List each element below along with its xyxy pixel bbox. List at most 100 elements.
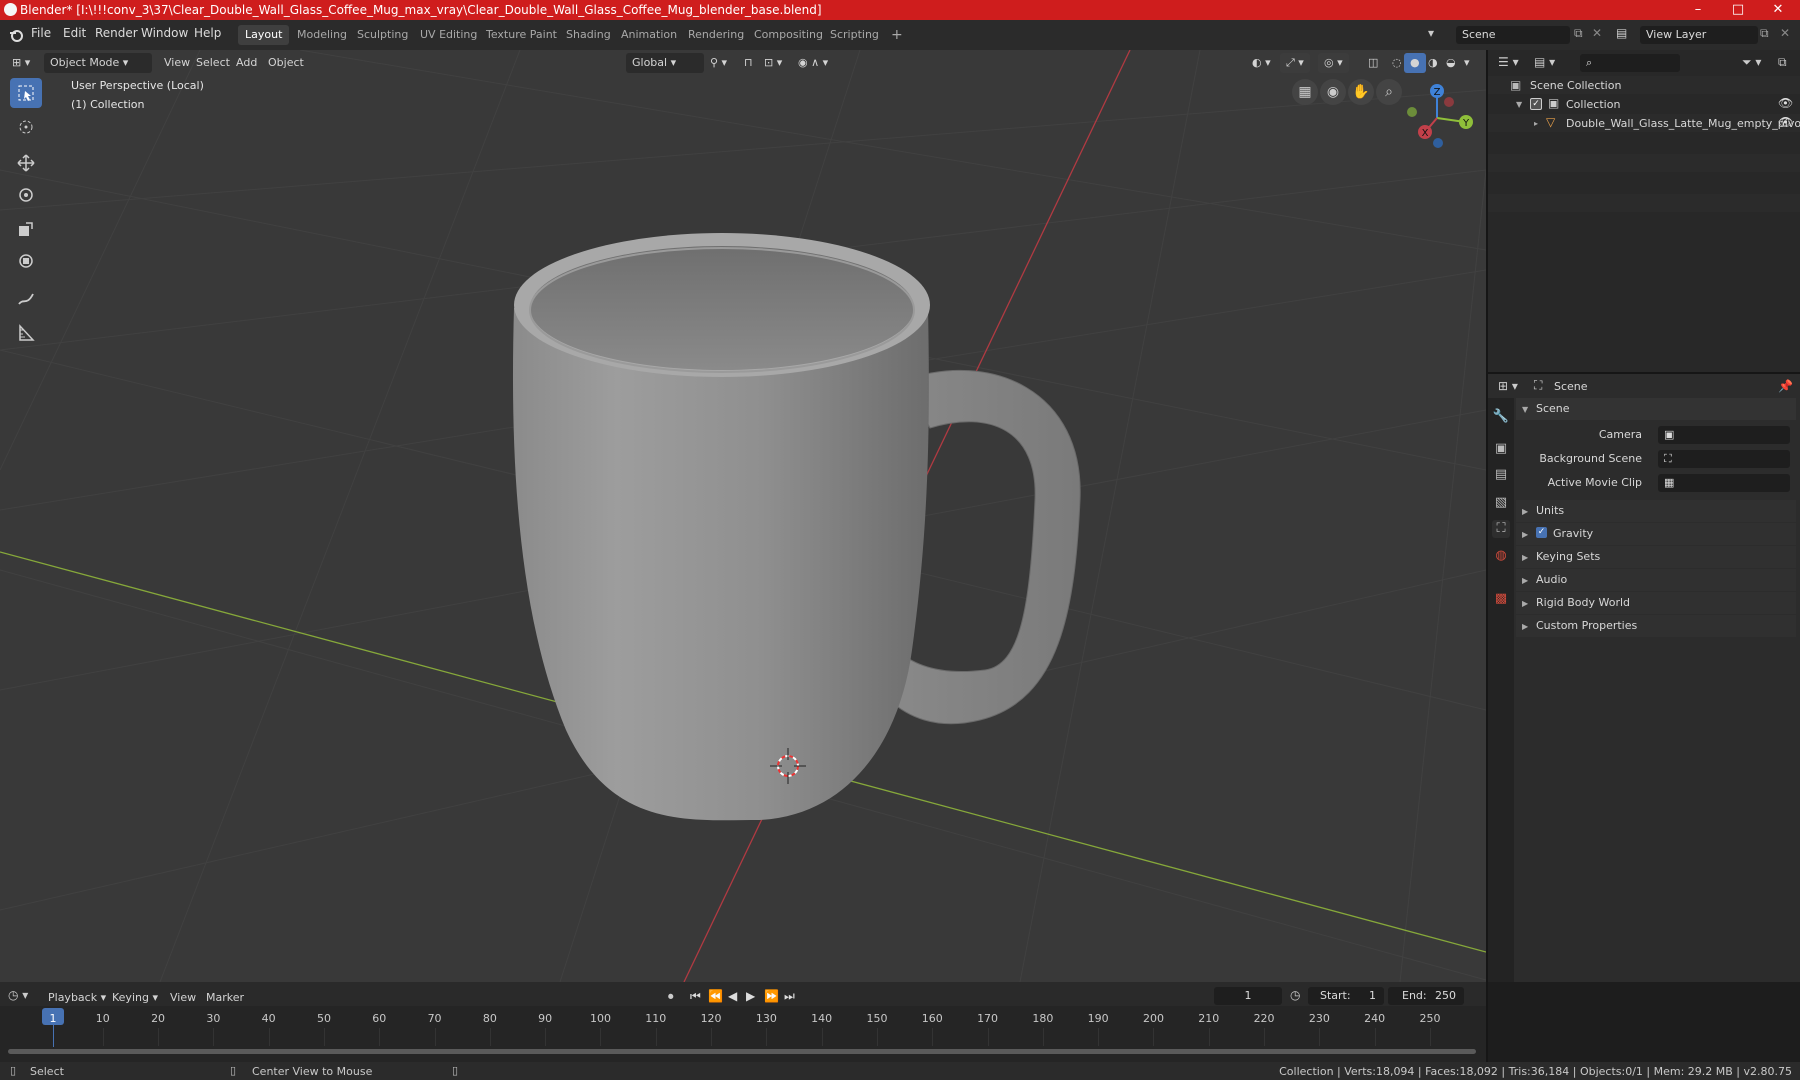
move-tool-icon[interactable] <box>10 148 42 178</box>
play-icon[interactable]: ▶ <box>746 989 755 1003</box>
select-box-tool-icon[interactable] <box>10 78 42 108</box>
new-scene-icon[interactable]: ⧉ <box>1574 26 1583 41</box>
timeline-editor-type-icon[interactable]: ◷ ▾ <box>8 988 28 1002</box>
pan-view-icon[interactable]: ✋ <box>1348 79 1374 105</box>
texture-tab-icon[interactable]: ▩ <box>1492 590 1510 608</box>
start-frame-field[interactable]: Start: 1 <box>1308 987 1384 1005</box>
annotate-tool-icon[interactable] <box>10 284 42 314</box>
pin-icon[interactable]: 📌 <box>1778 379 1793 393</box>
current-frame-field[interactable]: 1 <box>1214 987 1282 1005</box>
gravity-checkbox[interactable]: ✓ <box>1536 527 1547 538</box>
add-workspace-button[interactable]: + <box>884 25 910 45</box>
timeline-view-menu[interactable]: View <box>164 988 202 1008</box>
menu-file[interactable]: File <box>31 26 51 40</box>
record-button-icon[interactable]: ⏺ <box>668 990 674 1004</box>
tab-scripting[interactable]: Scripting <box>823 25 886 45</box>
play-reverse-icon[interactable]: ◀ <box>728 989 737 1003</box>
output-tab-icon[interactable]: ▤ <box>1492 466 1510 484</box>
scene-tab-icon[interactable]: ⛶ <box>1492 520 1510 538</box>
timeline-keying-menu[interactable]: Keying ▾ <box>106 988 164 1008</box>
visibility-icon[interactable]: ◐ ▾ <box>1246 53 1277 73</box>
tab-layout[interactable]: Layout <box>238 25 290 45</box>
tab-texture-paint[interactable]: Texture Paint <box>479 25 564 45</box>
display-mode-icon[interactable]: ▤ ▾ <box>1534 55 1555 69</box>
jump-start-icon[interactable]: ⏮ <box>690 989 701 1004</box>
menu-object[interactable]: Object <box>262 53 310 73</box>
outliner-row-scene-collection[interactable]: ▣ Scene Collection <box>1488 76 1800 94</box>
end-frame-field[interactable]: End: 250 <box>1388 987 1464 1005</box>
menu-edit[interactable]: Edit <box>63 26 86 40</box>
tab-rendering[interactable]: Rendering <box>681 25 751 45</box>
menu-help[interactable]: Help <box>194 26 221 40</box>
filter-icon[interactable]: ⏷ ▾ <box>1742 55 1761 70</box>
custom-properties-panel-header[interactable]: ▶ Custom Properties <box>1516 615 1796 637</box>
maximize-button[interactable]: □ <box>1718 0 1758 20</box>
camera-view-icon[interactable]: ◉ <box>1320 79 1346 105</box>
outliner-editor-type-icon[interactable]: ☰ ▾ <box>1498 55 1519 69</box>
keying-sets-panel-header[interactable]: ▶ Keying Sets <box>1516 546 1796 568</box>
tab-shading[interactable]: Shading <box>559 25 618 45</box>
scene-selector-icon[interactable]: ▾ <box>1428 26 1448 44</box>
properties-editor-type-icon[interactable]: ⊞ ▾ <box>1498 379 1518 393</box>
toggle-grid-icon[interactable]: ▦ <box>1292 79 1318 105</box>
overlays-toggle-icon[interactable]: ◎ ▾ <box>1318 53 1349 73</box>
new-collection-icon[interactable]: ⧉ <box>1778 55 1787 70</box>
transform-orientation-dropdown[interactable]: Global ▾ <box>626 53 704 73</box>
zoom-view-icon[interactable]: ⌕ <box>1376 79 1402 105</box>
shading-options-icon[interactable]: ▾ <box>1458 53 1476 73</box>
pivot-point-icon[interactable]: ⚲ ▾ <box>704 53 733 73</box>
collapse-arrow-icon[interactable]: ▼ <box>1516 100 1522 109</box>
expand-arrow-icon[interactable]: ▸ <box>1534 119 1538 128</box>
timeline-scrollbar[interactable] <box>8 1049 1476 1054</box>
tab-sculpting[interactable]: Sculpting <box>350 25 415 45</box>
rigid-body-world-panel-header[interactable]: ▶ Rigid Body World <box>1516 592 1796 614</box>
snap-target-icon[interactable]: ⊡ ▾ <box>758 53 788 73</box>
blender-menu-icon[interactable] <box>8 27 24 43</box>
camera-field[interactable]: ▣ <box>1658 426 1790 444</box>
delete-view-layer-icon[interactable]: ✕ <box>1780 26 1790 40</box>
outliner-row-object[interactable]: ▸ ▽ Double_Wall_Glass_Latte_Mug_empty_pi… <box>1488 114 1800 132</box>
menu-window[interactable]: Window <box>141 26 188 40</box>
collection-checkbox[interactable]: ✓ <box>1530 98 1542 110</box>
units-panel-header[interactable]: ▶ Units <box>1516 500 1796 522</box>
scene-panel-header[interactable]: ▼ Scene <box>1516 398 1796 420</box>
xray-toggle-icon[interactable]: ◫ <box>1362 53 1384 73</box>
tab-modeling[interactable]: Modeling <box>290 25 354 45</box>
render-tab-icon[interactable]: ▣ <box>1492 440 1510 458</box>
view-layer-field[interactable]: View Layer <box>1640 26 1758 44</box>
new-view-layer-icon[interactable]: ⧉ <box>1760 26 1769 41</box>
navigation-gizmo[interactable]: Z Y X <box>1400 78 1478 156</box>
world-tab-icon[interactable]: ◍ <box>1492 547 1510 565</box>
scale-tool-icon[interactable] <box>10 214 42 244</box>
proportional-editing-icon[interactable]: ◉ ∧ ▾ <box>792 53 834 73</box>
audio-panel-header[interactable]: ▶ Audio <box>1516 569 1796 591</box>
jump-keyframe-back-icon[interactable]: ⏪ <box>708 989 723 1003</box>
menu-add[interactable]: Add <box>230 53 263 73</box>
view-layer-tab-icon[interactable]: ▧ <box>1492 494 1510 512</box>
gravity-panel-header[interactable]: ▶ ✓ Gravity <box>1516 523 1796 545</box>
gizmo-neg-y-icon[interactable] <box>1407 107 1417 117</box>
outliner-row-collection[interactable]: ▼ ✓ ▣ Collection 👁 <box>1488 95 1800 113</box>
measure-tool-icon[interactable] <box>10 318 42 348</box>
snap-icon[interactable]: ⊓ <box>738 53 759 73</box>
jump-end-icon[interactable]: ⏭ <box>784 989 795 1004</box>
scene-field[interactable]: Scene <box>1456 26 1570 44</box>
view-layer-icon[interactable]: ▤ <box>1616 26 1627 40</box>
timeline-marker-menu[interactable]: Marker <box>200 988 250 1008</box>
outliner-search-input[interactable]: ⌕ <box>1580 54 1680 72</box>
3d-viewport[interactable] <box>0 50 1486 982</box>
menu-render[interactable]: Render <box>95 26 138 40</box>
active-movie-clip-field[interactable]: ▦ <box>1658 474 1790 492</box>
hide-collection-eye-icon[interactable]: 👁 <box>1778 96 1793 110</box>
delete-scene-icon[interactable]: ✕ <box>1592 26 1602 40</box>
tab-animation[interactable]: Animation <box>614 25 684 45</box>
rotate-tool-icon[interactable] <box>10 180 42 210</box>
preview-range-icon[interactable]: ◷ <box>1290 988 1300 1002</box>
minimize-button[interactable]: – <box>1678 0 1718 20</box>
gizmo-neg-x-icon[interactable] <box>1444 97 1454 107</box>
jump-keyframe-forward-icon[interactable]: ⏩ <box>764 989 779 1003</box>
gizmo-toggle-icon[interactable]: ⤢ ▾ <box>1280 53 1310 73</box>
object-mode-dropdown[interactable]: Object Mode ▾ <box>44 53 152 73</box>
tab-uv-editing[interactable]: UV Editing <box>413 25 484 45</box>
transform-tool-icon[interactable] <box>10 246 42 276</box>
